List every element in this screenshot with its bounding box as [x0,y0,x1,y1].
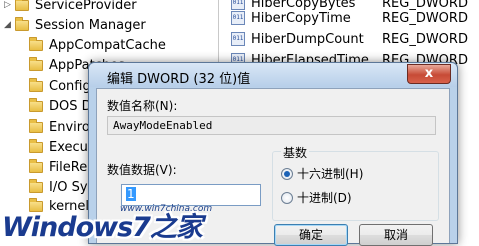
ok-button[interactable]: 确定 [274,224,348,246]
dword-value-icon: 011 [231,32,245,46]
radio-hex[interactable]: 十六进制(H) [281,165,363,182]
close-icon: x [424,66,434,81]
folder-open-icon [15,16,29,31]
value-data-label: 数值数据(V): [107,163,177,177]
folder-icon [29,77,43,92]
value-row[interactable]: 011 HiberDumpCount REG_DWORD [219,29,479,49]
radio-hex-label: 十六进制(H) [297,167,364,181]
value-name: HiberDumpCount [251,31,364,47]
expand-arrow-icon[interactable]: ▷ [4,0,15,10]
tree-item-label: AppCompatCache [49,37,166,53]
collapse-arrow-icon[interactable]: ◢ [4,20,15,30]
folder-icon [29,97,43,112]
folder-icon [29,56,43,71]
tree-item-label: Session Manager [35,17,146,33]
value-name-label: 数值名称(N): [107,99,178,113]
folder-icon [29,178,43,193]
tree-item-serviceprovider[interactable]: ▷ ServiceProvider [4,0,137,15]
value-data-text: 1 [126,187,136,201]
watermark-logo: Windows7之家 [2,212,203,243]
value-type: REG_DWORD [382,10,468,26]
dialog-titlebar[interactable]: 编辑 DWORD (32 位)值 x [89,63,457,87]
radio-checked-icon[interactable] [281,167,293,180]
base-groupbox: 基数 十六进制(H) 十进制(D) [272,144,439,221]
radio-unchecked-icon[interactable] [281,191,293,204]
value-name: HiberCopyTime [251,10,351,26]
value-row[interactable]: 011 HiberCopyTime REG_DWORD [219,8,479,28]
tree-item-appcompatcache[interactable]: AppCompatCache [29,35,166,55]
tree-item-label: ServiceProvider [35,0,137,13]
radio-decimal-label: 十进制(D) [297,191,352,205]
dialog-title: 编辑 DWORD (32 位)值 [107,72,251,87]
close-button[interactable]: x [407,64,451,84]
dword-value-icon: 011 [231,11,245,25]
value-type: REG_DWORD [382,31,468,47]
value-data-input[interactable]: 1 [121,184,261,206]
cancel-button-label: 取消 [383,228,408,242]
radio-decimal[interactable]: 十进制(D) [281,189,352,206]
value-name-field: AwayModeEnabled [107,116,436,135]
folder-icon [29,118,43,133]
ok-button-label: 确定 [298,228,323,242]
folder-icon [29,158,43,173]
folder-icon [15,0,29,11]
folder-icon [29,138,43,153]
folder-icon [29,36,43,51]
cancel-button[interactable]: 取消 [359,224,433,246]
base-group-label: 基数 [281,144,310,161]
tree-item-session-manager[interactable]: ◢ Session Manager [4,15,146,35]
